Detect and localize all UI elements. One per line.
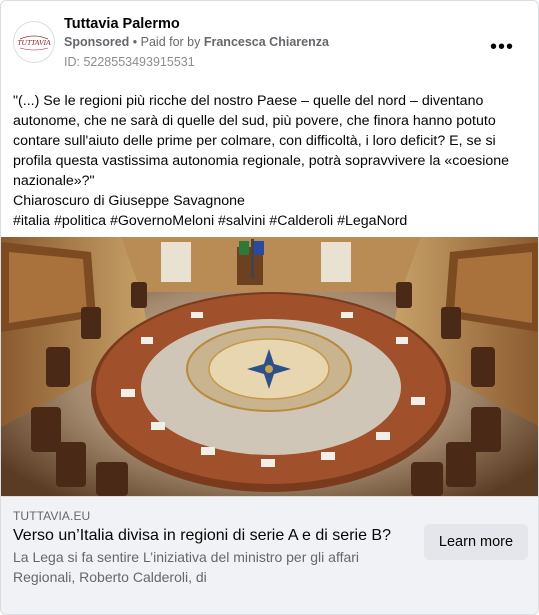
page-avatar[interactable]: TUTTAVIA	[13, 21, 55, 63]
avatar-logo-text: TUTTAVIA	[17, 38, 51, 47]
post-hashtags[interactable]: #italia #politica #GovernoMeloni #salvin…	[13, 211, 523, 231]
meta-separator: •	[129, 35, 141, 49]
paid-for-name: Francesca Chiarenza	[203, 35, 329, 49]
sponsored-label: Sponsored	[64, 35, 130, 49]
learn-more-button[interactable]: Learn more	[424, 524, 528, 560]
page-name[interactable]: Tuttavia Palermo	[64, 16, 180, 32]
post-body: "(...) Se le regioni più ricche del nost…	[13, 91, 523, 231]
tuttavia-logo-icon: TUTTAVIA	[17, 35, 51, 51]
post-image[interactable]	[1, 237, 538, 496]
link-preview[interactable]: TUTTAVIA.EU Verso un’Italia divisa in re…	[1, 496, 538, 614]
paid-for-prefix: Paid for by	[140, 35, 204, 49]
ad-id: ID: 5228553493915531	[64, 55, 195, 69]
link-description: La Lega si fa sentire L’iniziativa del m…	[13, 549, 360, 585]
link-headline[interactable]: Verso un’Italia divisa in regioni di ser…	[13, 525, 403, 547]
post-byline: Chiaroscuro di Giuseppe Savagnone	[13, 193, 245, 209]
ad-card: TUTTAVIA Tuttavia Palermo Sponsored • Pa…	[0, 0, 539, 615]
post-header: TUTTAVIA Tuttavia Palermo Sponsored • Pa…	[13, 13, 526, 73]
more-horizontal-icon[interactable]: •••	[488, 33, 516, 61]
link-domain: TUTTAVIA.EU	[13, 509, 91, 523]
post-quote: "(...) Se le regioni più ricche del nost…	[13, 93, 510, 189]
sponsored-line: Sponsored • Paid for by Francesca Chiare…	[64, 35, 329, 49]
council-room-image	[1, 237, 538, 496]
